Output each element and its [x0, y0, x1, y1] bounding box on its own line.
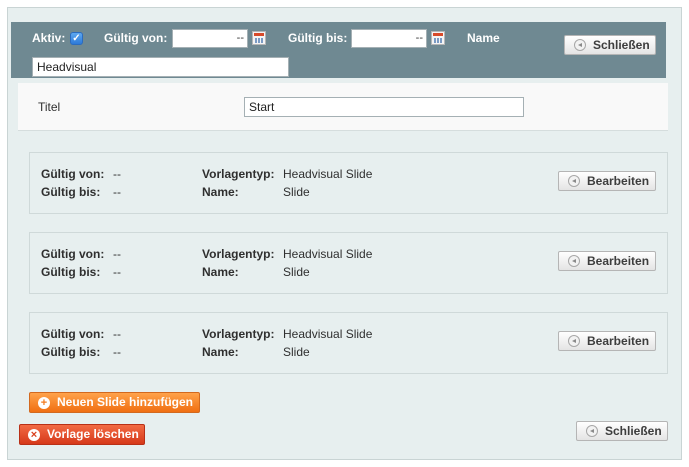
template-type-label: Vorlagentyp:: [202, 247, 275, 261]
edit-slide-button[interactable]: Bearbeiten: [558, 251, 656, 271]
valid-to-label: Gültig bis:: [41, 345, 101, 359]
valid-from-label: Gültig von:: [41, 167, 105, 181]
valid-to-label: Gültig bis:: [41, 185, 101, 199]
edit-slide-button[interactable]: Bearbeiten: [558, 331, 656, 351]
delete-template-button[interactable]: × Vorlage löschen: [19, 424, 145, 445]
valid-to-label: Gültig bis:: [41, 265, 101, 279]
edit-button-label: Bearbeiten: [587, 334, 650, 348]
slide-card: Gültig von: -- Gültig bis: -- Vorlagenty…: [29, 152, 668, 214]
title-input[interactable]: Start: [244, 97, 524, 117]
delete-template-label: Vorlage löschen: [47, 427, 139, 441]
back-arrow-icon: [568, 175, 580, 187]
valid-from-value: --: [113, 167, 121, 181]
valid-from-label: Gültig von:: [41, 327, 105, 341]
add-slide-button[interactable]: + Neuen Slide hinzufügen: [29, 392, 200, 413]
title-label: Titel: [38, 100, 61, 114]
slide-name-label: Name:: [202, 345, 239, 359]
name-input[interactable]: Headvisual: [32, 57, 289, 77]
valid-from-value: --: [113, 327, 121, 341]
template-type-value: Headvisual Slide: [283, 167, 373, 181]
calendar-icon[interactable]: [431, 31, 445, 45]
close-button-label: Schließen: [593, 38, 650, 52]
calendar-icon[interactable]: [252, 31, 266, 45]
valid-to-value: --: [113, 185, 121, 199]
slide-name-value: Slide: [283, 345, 310, 359]
template-type-value: Headvisual Slide: [283, 327, 373, 341]
slide-card: Gültig von: -- Gültig bis: -- Vorlagenty…: [29, 232, 668, 294]
slide-name-label: Name:: [202, 265, 239, 279]
title-row: Titel Start: [18, 83, 668, 131]
back-arrow-icon: [586, 425, 598, 437]
valid-to-value: --: [113, 345, 121, 359]
x-circle-icon: ×: [28, 429, 40, 441]
valid-from-input[interactable]: --: [172, 29, 248, 48]
close-button-label: Schließen: [605, 424, 662, 438]
active-label: Aktiv:: [32, 31, 66, 45]
back-arrow-icon: [568, 255, 580, 267]
valid-to-label: Gültig bis:: [288, 31, 348, 45]
plus-circle-icon: +: [38, 397, 50, 409]
slide-name-value: Slide: [283, 265, 310, 279]
template-header-bar: Aktiv: ✓ Gültig von: -- Gültig bis: -- N…: [11, 22, 666, 78]
slide-name-label: Name:: [202, 185, 239, 199]
add-slide-label: Neuen Slide hinzufügen: [57, 395, 194, 409]
valid-from-value: --: [113, 247, 121, 261]
slide-card: Gültig von: -- Gültig bis: -- Vorlagenty…: [29, 312, 668, 374]
back-arrow-icon: [568, 335, 580, 347]
edit-slide-button[interactable]: Bearbeiten: [558, 171, 656, 191]
active-checkbox[interactable]: ✓: [70, 32, 83, 45]
valid-from-label: Gültig von:: [41, 247, 105, 261]
valid-from-label: Gültig von:: [104, 31, 168, 45]
edit-button-label: Bearbeiten: [587, 254, 650, 268]
valid-to-value: --: [113, 265, 121, 279]
name-label: Name: [467, 31, 500, 45]
template-type-label: Vorlagentyp:: [202, 167, 275, 181]
edit-button-label: Bearbeiten: [587, 174, 650, 188]
slide-name-value: Slide: [283, 185, 310, 199]
template-type-label: Vorlagentyp:: [202, 327, 275, 341]
valid-to-input[interactable]: --: [351, 29, 427, 48]
back-arrow-icon: [574, 39, 586, 51]
close-button[interactable]: Schließen: [564, 35, 656, 55]
template-type-value: Headvisual Slide: [283, 247, 373, 261]
close-button[interactable]: Schließen: [576, 421, 668, 441]
